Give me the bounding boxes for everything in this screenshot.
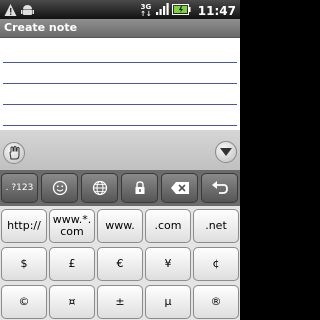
undo-icon <box>211 181 228 194</box>
emoji-key[interactable] <box>41 173 78 203</box>
key-www[interactable]: www. <box>97 209 143 243</box>
status-bar: 3G ↑↓ 11:47 <box>0 0 240 19</box>
undo-key[interactable] <box>201 173 238 203</box>
key-dollar[interactable]: $ <box>1 247 47 281</box>
key-currency[interactable]: ¤ <box>49 285 95 319</box>
key-www-wildcard-com[interactable]: www.*. com <box>49 209 95 243</box>
key-dot-net[interactable]: .net <box>193 209 239 243</box>
key-plus-minus[interactable]: ± <box>97 285 143 319</box>
lock-icon <box>135 181 144 194</box>
delete-key[interactable] <box>161 173 198 203</box>
keyboard: . ?123 http:// www.*. com www. .com .net… <box>0 170 240 320</box>
language-key[interactable] <box>81 173 118 203</box>
note-ruled-line <box>3 125 237 126</box>
page-title: Create note <box>4 21 78 34</box>
keyboard-top-strip <box>0 130 240 170</box>
hand-icon <box>9 145 20 160</box>
note-text-area[interactable] <box>0 38 240 130</box>
globe-icon <box>92 180 107 196</box>
network-type-indicator: 3G ↑↓ <box>140 2 152 18</box>
lock-key[interactable] <box>121 173 158 203</box>
note-ruled-line <box>3 83 237 84</box>
android-icon <box>21 2 34 16</box>
warning-icon <box>4 2 17 16</box>
title-bar: Create note <box>0 19 240 38</box>
backspace-icon <box>170 182 189 194</box>
key-cent[interactable]: ¢ <box>193 247 239 281</box>
signal-strength-icon <box>155 1 169 20</box>
key-copyright[interactable]: © <box>1 285 47 319</box>
numbers-symbols-key[interactable]: . ?123 <box>1 173 38 203</box>
handwriting-button[interactable] <box>3 142 25 164</box>
key-yen[interactable]: ¥ <box>145 247 191 281</box>
hide-keyboard-button[interactable] <box>215 141 237 163</box>
battery-icon <box>171 1 191 20</box>
note-ruled-line <box>3 62 237 63</box>
key-euro[interactable]: € <box>97 247 143 281</box>
key-pound[interactable]: £ <box>49 247 95 281</box>
clock: 11:47 <box>197 3 236 18</box>
key-registered[interactable]: ® <box>193 285 239 319</box>
keyboard-function-row: . ?123 <box>0 170 240 206</box>
key-dot-com[interactable]: .com <box>145 209 191 243</box>
note-ruled-line <box>3 104 237 105</box>
key-micro[interactable]: µ <box>145 285 191 319</box>
key-http[interactable]: http:// <box>1 209 47 243</box>
smiley-icon <box>52 180 67 196</box>
chevron-down-icon <box>220 148 232 156</box>
